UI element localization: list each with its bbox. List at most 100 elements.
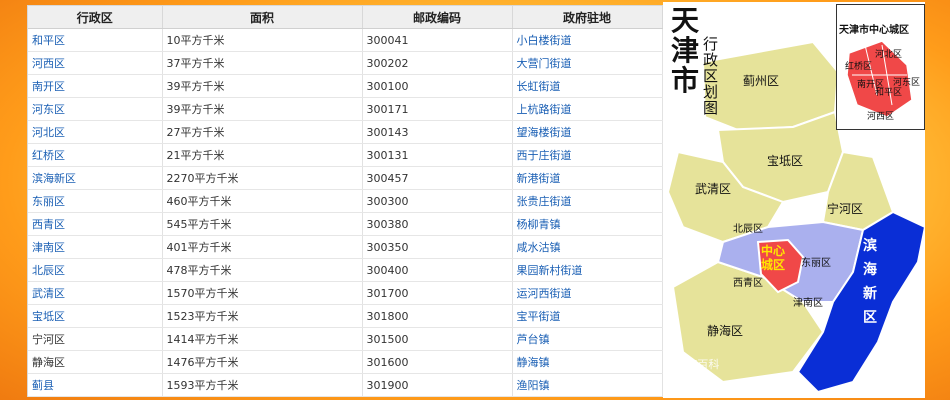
district-cell[interactable]: 武清区 (28, 281, 163, 305)
table-row: 宁河区 1414平方千米 301500 芦台镇 (28, 327, 663, 351)
table-row: 河西区 37平方千米 300202 大营门街道 (28, 51, 663, 75)
postal-code-cell: 301800 (362, 304, 513, 328)
postal-code-cell: 300350 (362, 235, 513, 259)
table-row: 滨海新区 2270平方千米 300457 新港街道 (28, 166, 663, 190)
area-cell: 1414平方千米 (162, 327, 363, 351)
map-label-jizhou: 蓟州区 (743, 74, 780, 88)
government-seat-cell[interactable]: 新港街道 (512, 166, 663, 190)
map-label-dongli: 东丽区 (801, 258, 831, 269)
government-seat-cell[interactable]: 上杭路街道 (512, 97, 663, 121)
postal-code-cell: 300457 (362, 166, 513, 190)
district-cell: 静海区 (28, 350, 163, 374)
area-cell: 2270平方千米 (162, 166, 363, 190)
government-seat-cell[interactable]: 长虹街道 (512, 74, 663, 98)
government-seat-cell[interactable]: 芦台镇 (512, 327, 663, 351)
table-row: 西青区 545平方千米 300380 杨柳青镇 (28, 212, 663, 236)
area-cell: 37平方千米 (162, 51, 363, 75)
map-label-jinghai: 静海区 (707, 324, 744, 338)
postal-code-cell: 301500 (362, 327, 513, 351)
postal-code-cell: 301600 (362, 350, 513, 374)
area-cell: 1523平方千米 (162, 304, 363, 328)
table-row: 和平区 10平方千米 300041 小白楼街道 (28, 28, 663, 52)
map-label-wuqing: 武清区 (695, 182, 732, 196)
postal-code-cell: 300380 (362, 212, 513, 236)
map-label-ninghe: 宁河区 (827, 202, 864, 216)
area-cell: 1570平方千米 (162, 281, 363, 305)
government-seat-cell[interactable]: 大营门街道 (512, 51, 663, 75)
map-label-xiqing: 西青区 (733, 278, 763, 289)
government-seat-cell[interactable]: 西于庄街道 (512, 143, 663, 167)
table-row: 红桥区 21平方千米 300131 西于庄街道 (28, 143, 663, 167)
map-label-baodi: 宝坻区 (767, 154, 804, 168)
table-row: 蓟县 1593平方千米 301900 渔阳镇 (28, 373, 663, 397)
area-cell: 27平方千米 (162, 120, 363, 144)
header-area: 面积 (162, 6, 363, 29)
area-cell: 39平方千米 (162, 97, 363, 121)
district-cell[interactable]: 和平区 (28, 28, 163, 52)
government-seat-cell[interactable]: 运河西街道 (512, 281, 663, 305)
inset-label-hebei: 河北区 (875, 50, 903, 60)
table-row: 河东区 39平方千米 300171 上杭路街道 (28, 97, 663, 121)
tianjin-district-map: 天津市 行政区划图 天津市中心城区 红桥区 河北区 南开区 和平区 河东区 河西… (663, 2, 925, 398)
area-cell: 1593平方千米 (162, 373, 363, 397)
district-table-panel: 行政区 面积 邮政编码 政府驻地 和平区 10平方千米 300041 小白楼街道 河西区… (27, 5, 663, 397)
government-seat-cell[interactable]: 咸水沽镇 (512, 235, 663, 259)
postal-code-cell: 301700 (362, 281, 513, 305)
map-title: 天津市 (671, 4, 700, 97)
district-cell[interactable]: 北辰区 (28, 258, 163, 282)
district-cell[interactable]: 滨海新区 (28, 166, 163, 190)
area-cell: 21平方千米 (162, 143, 363, 167)
government-seat-cell[interactable]: 静海镇 (512, 350, 663, 374)
map-label-center: 中心城区 (761, 244, 786, 272)
map-label-jinnan: 津南区 (793, 298, 823, 309)
government-seat-cell[interactable]: 小白楼街道 (512, 28, 663, 52)
government-seat-cell[interactable]: 张贵庄街道 (512, 189, 663, 213)
area-cell: 10平方千米 (162, 28, 363, 52)
postal-code-cell: 300100 (362, 74, 513, 98)
postal-code-cell: 300202 (362, 51, 513, 75)
postal-code-cell: 301900 (362, 373, 513, 397)
header-postal-code: 邮政编码 (362, 6, 513, 29)
header-government-seat: 政府驻地 (512, 6, 663, 29)
table-row: 武清区 1570平方千米 301700 运河西街道 (28, 281, 663, 305)
district-cell: 宁河区 (28, 327, 163, 351)
postal-code-cell: 300041 (362, 28, 513, 52)
table-row: 静海区 1476平方千米 301600 静海镇 (28, 350, 663, 374)
inset-label-hexi: 河西区 (867, 112, 895, 122)
table-row: 河北区 27平方千米 300143 望海楼街道 (28, 120, 663, 144)
district-cell[interactable]: 东丽区 (28, 189, 163, 213)
government-seat-cell[interactable]: 望海楼街道 (512, 120, 663, 144)
table-row: 东丽区 460平方千米 300300 张贵庄街道 (28, 189, 663, 213)
inset-label-hongqiao: 红桥区 (845, 62, 873, 72)
district-cell[interactable]: 河北区 (28, 120, 163, 144)
table-row: 南开区 39平方千米 300100 长虹街道 (28, 74, 663, 98)
baidu-watermark: Bai度百科 (669, 358, 720, 371)
header-district: 行政区 (28, 6, 163, 29)
government-seat-cell[interactable]: 宝平街道 (512, 304, 663, 328)
government-seat-cell[interactable]: 杨柳青镇 (512, 212, 663, 236)
government-seat-cell[interactable]: 果园新村街道 (512, 258, 663, 282)
inset-label-hedong: 河东区 (893, 78, 921, 88)
district-cell[interactable]: 蓟县 (28, 373, 163, 397)
district-cell[interactable]: 河西区 (28, 51, 163, 75)
postal-code-cell: 300300 (362, 189, 513, 213)
postal-code-cell: 300143 (362, 120, 513, 144)
district-cell[interactable]: 河东区 (28, 97, 163, 121)
area-cell: 39平方千米 (162, 74, 363, 98)
map-subtitle: 行政区划图 (703, 35, 719, 117)
table-header-row: 行政区 面积 邮政编码 政府驻地 (28, 6, 663, 29)
district-cell[interactable]: 宝坻区 (28, 304, 163, 328)
area-cell: 460平方千米 (162, 189, 363, 213)
district-cell[interactable]: 红桥区 (28, 143, 163, 167)
district-cell[interactable]: 津南区 (28, 235, 163, 259)
district-cell[interactable]: 南开区 (28, 74, 163, 98)
postal-code-cell: 300131 (362, 143, 513, 167)
government-seat-cell[interactable]: 渔阳镇 (512, 373, 663, 397)
inset-map-panel: 天津市中心城区 红桥区 河北区 南开区 和平区 河东区 河西区 (836, 4, 925, 130)
table-row: 北辰区 478平方千米 300400 果园新村街道 (28, 258, 663, 282)
area-cell: 1476平方千米 (162, 350, 363, 374)
district-table: 行政区 面积 邮政编码 政府驻地 和平区 10平方千米 300041 小白楼街道 河西区… (28, 6, 663, 397)
map-label-binhai: 滨海新区 (863, 238, 877, 326)
district-cell[interactable]: 西青区 (28, 212, 163, 236)
map-label-beichen: 北辰区 (733, 224, 763, 235)
